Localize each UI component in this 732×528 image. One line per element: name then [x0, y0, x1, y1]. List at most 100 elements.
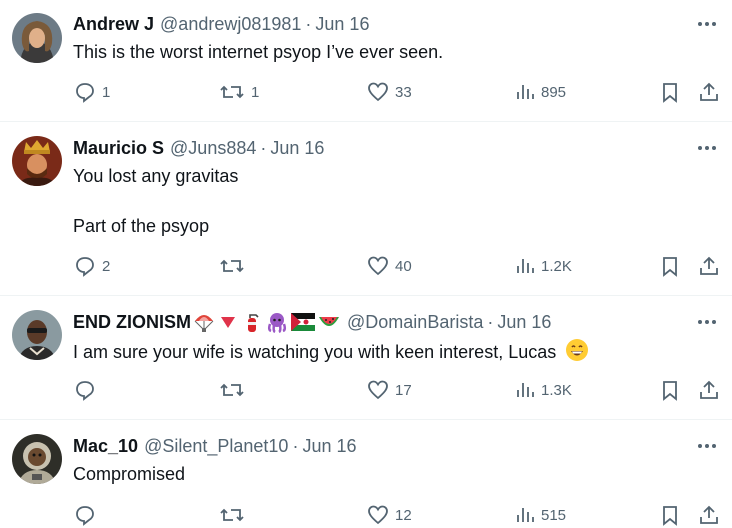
share-button[interactable] [698, 81, 720, 103]
tweet[interactable]: END ZIONISM @DomainBarista · Jun 16 I am… [0, 296, 732, 420]
views-button[interactable]: 1.3K [515, 379, 572, 401]
views-icon [517, 85, 534, 99]
tweet-text-line: Compromised [73, 464, 186, 484]
tweet-header: END ZIONISM @DomainBarista · Jun 16 [73, 311, 551, 333]
share-button[interactable] [698, 504, 720, 526]
repost-icon [220, 508, 244, 522]
separator: · [487, 311, 494, 332]
tweet[interactable]: Mauricio S @Juns884 · Jun 16 You lost an… [0, 122, 732, 296]
bookmark-button[interactable] [660, 379, 680, 401]
tweet-text: This is the worst internet psyop I’ve ev… [73, 40, 443, 64]
display-name[interactable]: END ZIONISM [73, 312, 191, 333]
reply-icon [76, 83, 94, 103]
share-icon [700, 380, 718, 399]
western-sahara-flag-icon [291, 313, 316, 331]
views-button[interactable]: 895 [515, 81, 566, 103]
bookmark-icon [663, 506, 677, 526]
avatar[interactable] [12, 310, 62, 360]
more-options-icon[interactable] [696, 13, 718, 35]
views-count: 1.3K [541, 381, 572, 399]
red-triangle-icon [217, 311, 239, 333]
heart-icon [368, 256, 388, 276]
reply-button[interactable]: 2 [74, 255, 110, 277]
share-icon [700, 256, 718, 275]
views-icon [517, 508, 534, 522]
avatar[interactable] [12, 13, 62, 63]
tweet-date[interactable]: Jun 16 [270, 138, 324, 159]
bookmark-icon [663, 257, 677, 277]
separator: · [292, 435, 299, 456]
views-count: 515 [541, 506, 567, 524]
tweet[interactable]: Andrew J @andrewj081981 · Jun 16 This is… [0, 0, 732, 122]
share-button[interactable] [698, 255, 720, 277]
user-handle[interactable]: @andrewj081981 [160, 14, 301, 35]
reply-icon [76, 381, 94, 401]
more-options-icon[interactable] [696, 435, 718, 457]
views-icon [517, 259, 534, 273]
like-count: 12 [395, 506, 412, 524]
more-options-icon[interactable] [696, 137, 718, 159]
tweet-header: Mac_10 @Silent_Planet10 · Jun 16 [73, 435, 356, 457]
reply-button[interactable] [74, 504, 96, 526]
watermelon-icon [317, 311, 341, 333]
tweet-date[interactable]: Jun 16 [315, 14, 369, 35]
repost-icon [220, 259, 244, 273]
heart-icon [368, 505, 388, 525]
like-button[interactable]: 33 [367, 81, 412, 103]
reply-button[interactable]: 1 [74, 81, 110, 103]
avatar[interactable] [12, 136, 62, 186]
repost-icon [220, 383, 244, 397]
display-name[interactable]: Mauricio S [73, 138, 164, 159]
tweet-text: I am sure your wife is watching you with… [73, 338, 589, 368]
user-handle[interactable]: @Silent_Planet10 [144, 436, 288, 457]
repost-button[interactable] [219, 379, 245, 401]
views-button[interactable]: 515 [515, 504, 566, 526]
tweet-text-line: You lost any gravitas [73, 166, 239, 186]
avatar[interactable] [12, 434, 62, 484]
like-button[interactable]: 12 [367, 504, 412, 526]
views-count: 1.2K [541, 257, 572, 275]
views-button[interactable]: 1.2K [515, 255, 572, 277]
more-options-icon[interactable] [696, 311, 718, 333]
like-count: 17 [395, 381, 412, 399]
reply-count: 1 [102, 83, 111, 101]
bookmark-button[interactable] [660, 81, 680, 103]
display-name[interactable]: Mac_10 [73, 436, 138, 457]
bookmark-icon [663, 381, 677, 401]
repost-button[interactable]: 1 [219, 81, 259, 103]
tweet-date[interactable]: Jun 16 [497, 312, 551, 333]
user-handle[interactable]: @DomainBarista [347, 312, 483, 333]
tweet-date[interactable]: Jun 16 [302, 436, 356, 457]
separator: · [305, 13, 312, 34]
like-button[interactable]: 40 [367, 255, 412, 277]
like-count: 33 [395, 83, 412, 101]
bookmark-button[interactable] [660, 255, 680, 277]
bookmark-icon [663, 83, 677, 103]
display-name[interactable]: Andrew J [73, 14, 154, 35]
share-button[interactable] [698, 379, 720, 401]
tweet[interactable]: Mac_10 @Silent_Planet10 · Jun 16 Comprom… [0, 420, 732, 528]
views-count: 895 [541, 83, 567, 101]
share-icon [700, 82, 718, 101]
tweet-text-line: This is the worst internet psyop I’ve ev… [73, 42, 444, 62]
heart-icon [368, 82, 388, 102]
views-icon [517, 383, 534, 397]
tweet-text-line: I am sure your wife is watching you with… [73, 342, 557, 362]
reply-button[interactable] [74, 379, 96, 401]
repost-count: 1 [251, 83, 260, 101]
tweet-text: Compromised [73, 462, 185, 486]
repost-button[interactable] [219, 504, 245, 526]
repost-icon [220, 85, 244, 99]
octopus-icon [265, 311, 289, 333]
share-icon [700, 505, 718, 524]
bookmark-button[interactable] [660, 504, 680, 526]
like-button[interactable]: 17 [367, 379, 412, 401]
tweet-text: Part of the psyop [73, 214, 209, 238]
user-handle[interactable]: @Juns884 [170, 138, 256, 159]
tweet-text: You lost any gravitas [73, 164, 238, 188]
repost-button[interactable] [219, 255, 245, 277]
tweet-header: Mauricio S @Juns884 · Jun 16 [73, 137, 324, 159]
heart-icon [368, 380, 388, 400]
fire-extinguisher-icon [241, 311, 263, 333]
grinning-face-icon [565, 338, 589, 368]
